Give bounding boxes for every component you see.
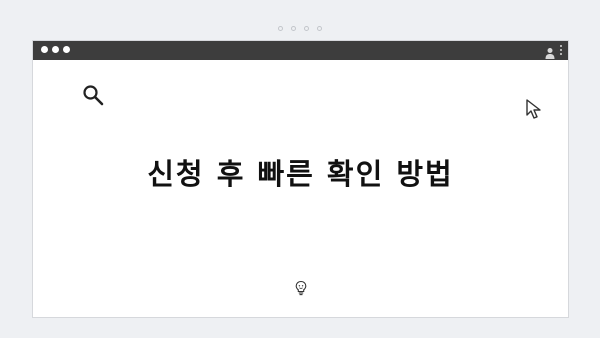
- title-bar-actions: [545, 44, 562, 59]
- pager-dot[interactable]: [278, 26, 283, 31]
- search-icon: [81, 83, 105, 107]
- window-dot[interactable]: [41, 46, 48, 53]
- pager-dots: [0, 26, 600, 31]
- user-icon[interactable]: [545, 44, 555, 59]
- cursor-icon: [523, 97, 547, 121]
- window-controls: [41, 46, 70, 53]
- pager-dot[interactable]: [317, 26, 322, 31]
- title-bar: [33, 41, 568, 60]
- kebab-menu-icon[interactable]: [559, 44, 562, 56]
- pager-dot[interactable]: [291, 26, 296, 31]
- page: 신청 후 빠른 확인 방법: [0, 0, 600, 338]
- window-dot[interactable]: [63, 46, 70, 53]
- headline: 신청 후 빠른 확인 방법: [147, 157, 454, 191]
- browser-window: 신청 후 빠른 확인 방법: [32, 40, 569, 318]
- lightbulb-icon: [294, 280, 308, 296]
- window-dot[interactable]: [52, 46, 59, 53]
- pager-dot[interactable]: [304, 26, 309, 31]
